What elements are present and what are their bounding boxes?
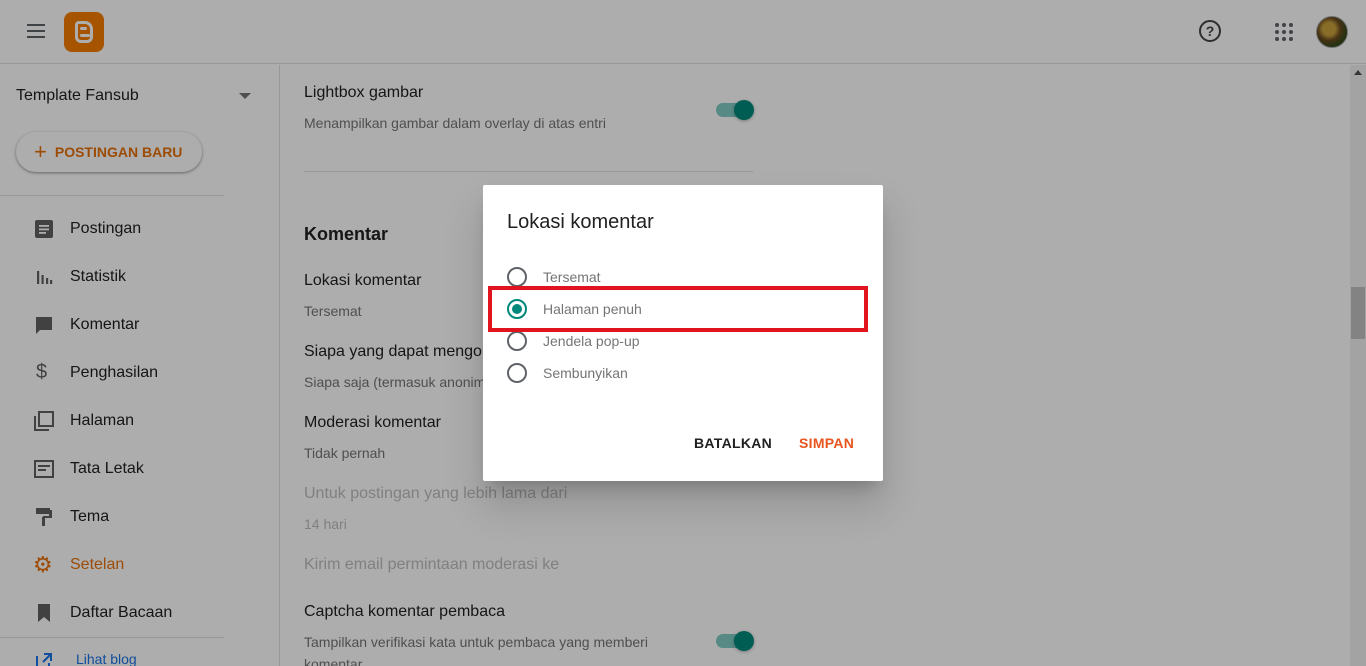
radio-label: Sembunyikan xyxy=(543,365,628,381)
save-button[interactable]: SIMPAN xyxy=(799,435,854,451)
dialog-title: Lokasi komentar xyxy=(507,211,654,233)
radio-button[interactable] xyxy=(507,267,527,287)
radio-option-sembunyikan[interactable]: Sembunyikan xyxy=(507,357,847,389)
radio-label: Tersemat xyxy=(543,269,601,285)
radio-label: Jendela pop-up xyxy=(543,333,640,349)
radio-button[interactable] xyxy=(507,331,527,351)
cancel-button[interactable]: BATALKAN xyxy=(694,435,772,451)
comment-location-dialog: Lokasi komentar Tersemat Halaman penuh J… xyxy=(483,185,883,481)
radio-button[interactable] xyxy=(507,363,527,383)
highlight-box xyxy=(488,286,868,332)
